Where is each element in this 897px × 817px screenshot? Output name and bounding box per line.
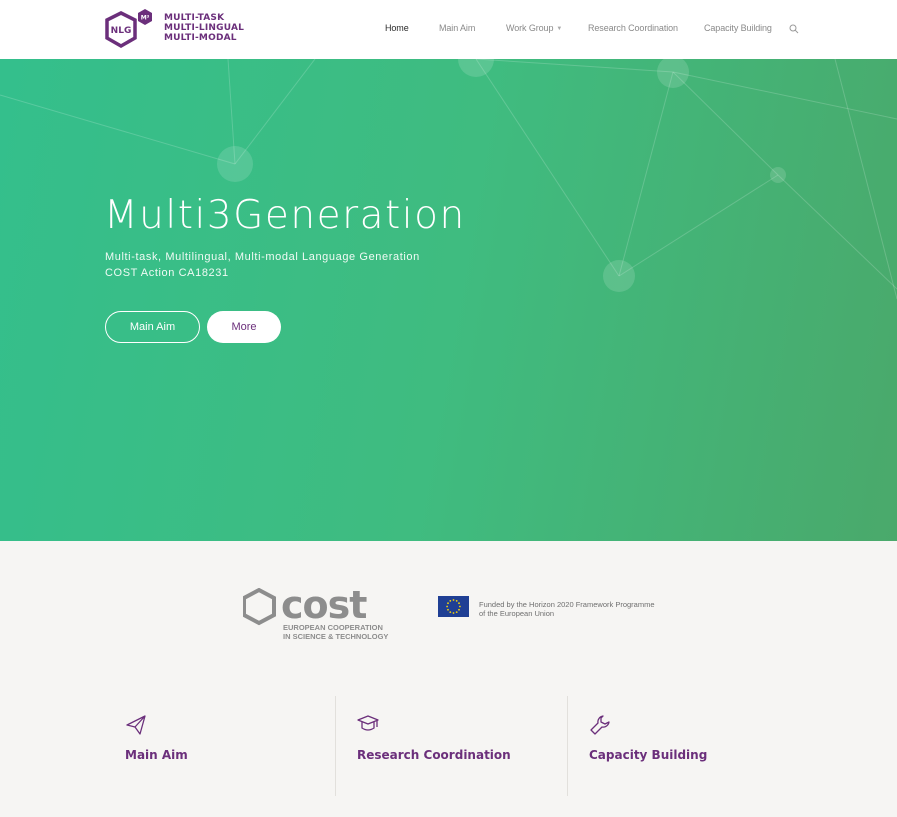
eu-funding-notice: Funded by the Horizon 2020 Framework Pro…	[479, 600, 655, 618]
nav-capacity-building[interactable]: Capacity Building	[704, 23, 772, 33]
more-button[interactable]: More	[207, 311, 281, 343]
eu-flag-icon	[438, 596, 469, 617]
network-background-graphic	[0, 59, 897, 300]
nav-home[interactable]: Home	[385, 23, 409, 33]
column-divider	[335, 696, 336, 796]
feature-title: Main Aim	[125, 748, 188, 762]
main-aim-button[interactable]: Main Aim	[105, 311, 200, 343]
site-header: NLG M³ MULTI-TASK MULTI-LINGUAL MULTI-MO…	[0, 0, 897, 59]
nav-work-group[interactable]: Work Group ▼	[506, 23, 562, 33]
hero-action-code: COST Action CA18231	[105, 267, 229, 279]
cost-tagline-line: EUROPEAN COOPERATION	[283, 623, 383, 632]
wrench-icon	[590, 715, 610, 735]
paper-plane-icon	[126, 715, 146, 735]
nav-research-coordination[interactable]: Research Coordination	[588, 23, 678, 33]
column-divider	[567, 696, 568, 796]
nav-work-group-label: Work Group	[506, 23, 554, 33]
eu-funding-line: Funded by the Horizon 2020 Framework Pro…	[479, 600, 655, 609]
cost-wordmark: cost	[281, 588, 367, 627]
eu-funding-line: of the European Union	[479, 609, 555, 618]
hero-title: Multi3Generation	[104, 193, 466, 238]
cost-tagline-line: IN SCIENCE & TECHNOLOGY	[283, 632, 389, 641]
graduation-cap-icon	[357, 715, 379, 731]
nav-main-aim[interactable]: Main Aim	[439, 23, 475, 33]
hero-subtitle: Multi-task, Multilingual, Multi-modal La…	[105, 249, 420, 281]
feature-title: Capacity Building	[589, 748, 708, 762]
search-icon[interactable]	[789, 24, 799, 34]
feature-title: Research Coordination	[357, 748, 511, 762]
hero-subtitle-line: Multi-task, Multilingual, Multi-modal La…	[105, 251, 420, 263]
main-nav: Home Main Aim Work Group ▼ Research Coord…	[0, 0, 897, 59]
hero-banner: Multi3Generation Multi-task, Multilingua…	[0, 59, 897, 541]
cost-tagline: EUROPEAN COOPERATION IN SCIENCE & TECHNO…	[283, 623, 388, 641]
chevron-down-icon: ▼	[556, 26, 563, 32]
